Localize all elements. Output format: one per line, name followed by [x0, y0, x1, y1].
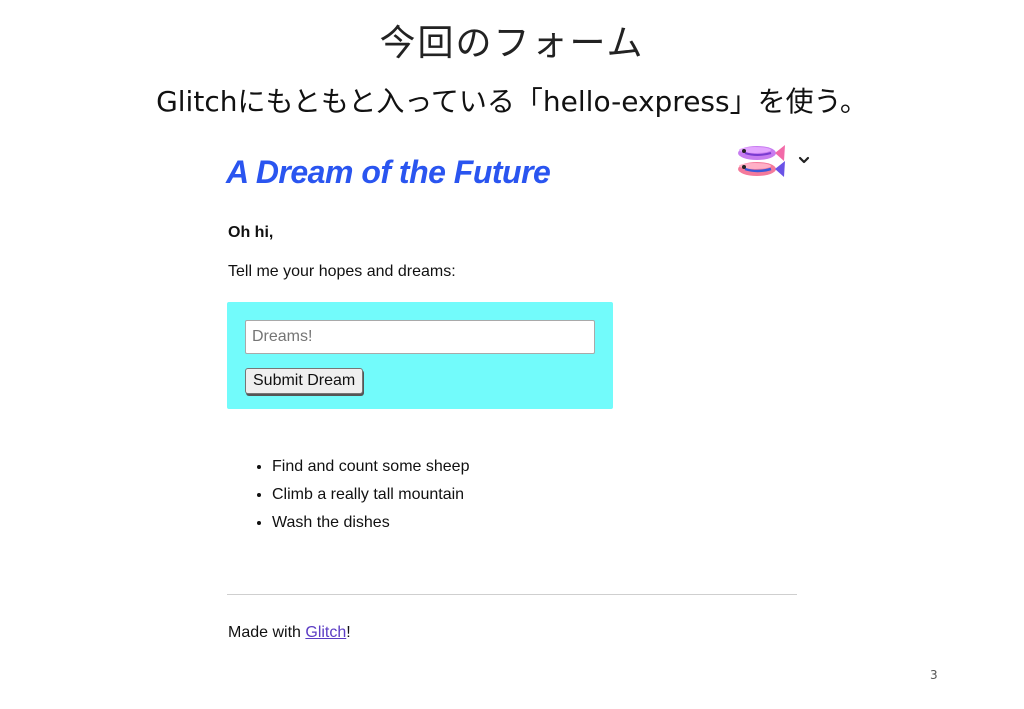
- glitch-link[interactable]: Glitch: [305, 624, 346, 641]
- dream-form: Submit Dream: [227, 302, 613, 409]
- submit-dream-button[interactable]: Submit Dream: [245, 368, 364, 394]
- glitch-menu[interactable]: [731, 140, 811, 186]
- app-screenshot: A Dream of the Future Oh hi, Tell me you…: [226, 140, 816, 660]
- app-heading: A Dream of the Future: [226, 154, 551, 190]
- dream-input[interactable]: [245, 320, 595, 354]
- footer-suffix: !: [346, 624, 351, 641]
- list-item: Find and count some sheep: [272, 456, 469, 484]
- footer: Made with Glitch!: [228, 624, 351, 642]
- slide-title: 今回のフォーム: [379, 23, 645, 64]
- prompt-text: Tell me your hopes and dreams:: [228, 263, 456, 280]
- greeting-text: Oh hi,: [228, 224, 274, 241]
- page-number: 3: [930, 668, 938, 682]
- divider: [227, 594, 797, 595]
- list-item: Climb a really tall mountain: [272, 484, 469, 512]
- dreams-list: Find and count some sheep Climb a really…: [252, 456, 469, 540]
- list-item: Wash the dishes: [272, 512, 469, 540]
- slide-subtitle: Glitchにもともと入っている「hello-express」を使う。: [156, 85, 868, 118]
- chevron-down-icon[interactable]: [798, 156, 810, 165]
- footer-prefix: Made with: [228, 624, 306, 641]
